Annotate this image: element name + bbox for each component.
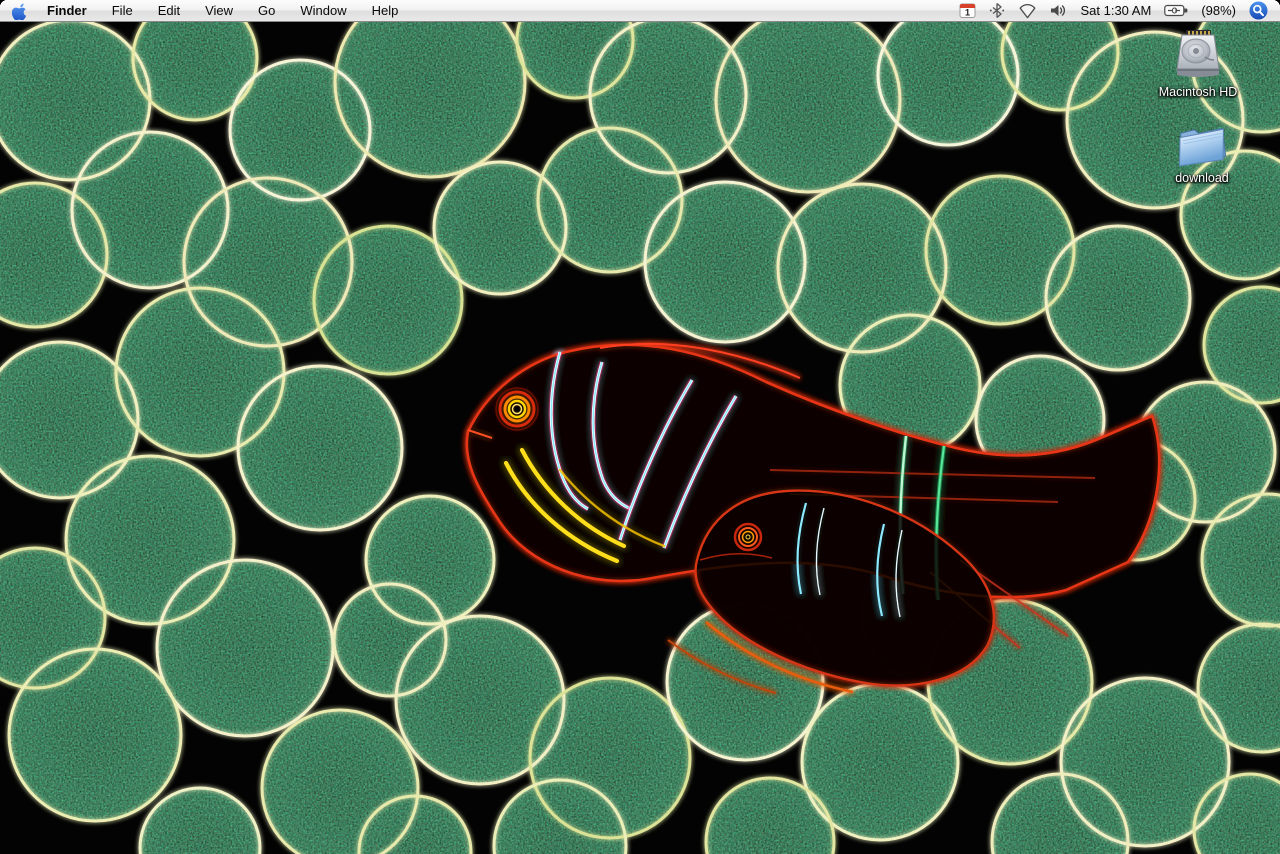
menu-edit[interactable]: Edit xyxy=(158,3,180,18)
menu-clock[interactable]: Sat 1:30 AM xyxy=(1080,3,1151,18)
menu-finder[interactable]: Finder xyxy=(47,3,87,18)
calendar-icon[interactable]: 1 xyxy=(959,2,976,19)
screen-corner-left xyxy=(0,0,7,7)
desktop-icon-macintosh-hd[interactable]: Macintosh HD xyxy=(1138,27,1258,99)
battery-icon[interactable] xyxy=(1164,4,1188,17)
menu-file[interactable]: File xyxy=(112,3,133,18)
menu-help[interactable]: Help xyxy=(372,3,399,18)
menu-window[interactable]: Window xyxy=(300,3,346,18)
desktop-icon-download[interactable]: download xyxy=(1142,119,1262,185)
desktop-icon-label: Macintosh HD xyxy=(1158,85,1238,99)
battery-percent: (98%) xyxy=(1201,3,1236,18)
menu-view[interactable]: View xyxy=(205,3,233,18)
wallpaper-image xyxy=(0,0,1280,854)
folder-icon xyxy=(1178,127,1227,167)
desktop-icon-label: download xyxy=(1175,171,1229,185)
app-menus: Finder File Edit View Go Window Help xyxy=(47,3,398,18)
menu-go[interactable]: Go xyxy=(258,3,275,18)
apple-menu-icon[interactable] xyxy=(12,2,27,20)
airport-icon[interactable] xyxy=(1018,3,1037,19)
menu-extras: 1 Sat 1:30 AM (98%) xyxy=(959,1,1268,20)
volume-icon[interactable] xyxy=(1050,3,1067,18)
screen-corner-right xyxy=(1273,0,1280,7)
spotlight-icon[interactable] xyxy=(1249,1,1268,20)
bluetooth-icon[interactable] xyxy=(989,2,1005,19)
hard-drive-icon xyxy=(1176,30,1220,77)
svg-text:1: 1 xyxy=(965,8,970,18)
menu-bar: Finder File Edit View Go Window Help 1 S… xyxy=(0,0,1280,22)
